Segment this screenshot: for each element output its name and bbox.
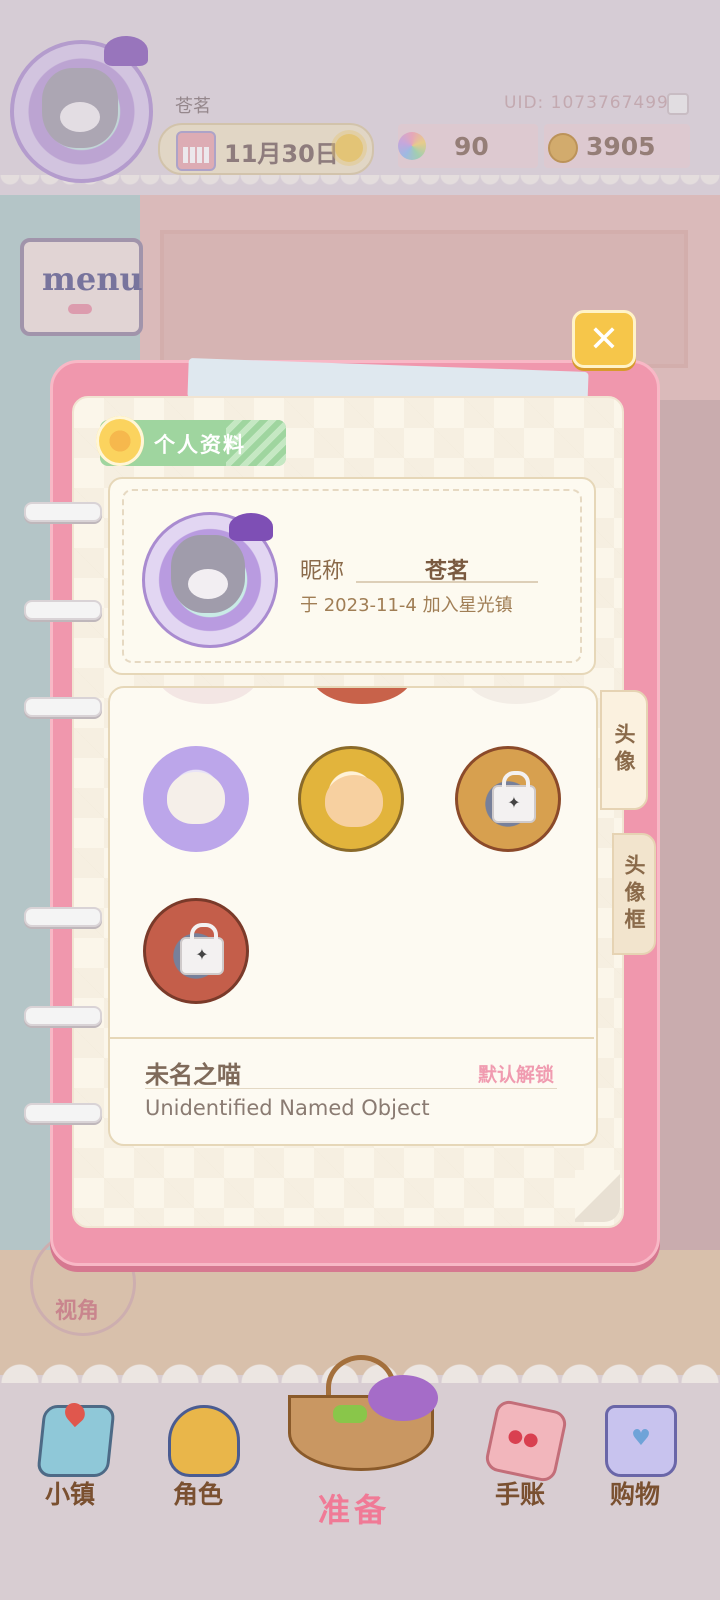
selected-avatar-name: 未名之喵 <box>145 1061 241 1089</box>
lock-icon <box>492 771 536 823</box>
avatar-option-partial[interactable] <box>466 688 566 704</box>
hamster-chef-avatar-image <box>325 775 383 827</box>
hat-icon <box>368 1375 438 1421</box>
bow-icon <box>333 1405 367 1423</box>
nav-character[interactable]: 角色 <box>138 1375 258 1515</box>
nav-shop[interactable]: 购物 <box>575 1375 695 1515</box>
nav-town-label: 小镇 <box>44 1480 95 1509</box>
nav-journal[interactable]: 手账 <box>460 1375 580 1515</box>
binder-ring <box>24 600 102 620</box>
joined-date: 于 2023-11-4 加入星光镇 <box>300 595 513 616</box>
avatar-option-3[interactable] <box>455 746 561 852</box>
detail-separator <box>110 1037 594 1039</box>
mushroom-decoration-icon <box>229 513 273 541</box>
tab-avatar-frame[interactable]: 头像框 <box>612 833 656 955</box>
unlock-status: 默认解锁 <box>478 1064 555 1086</box>
map-icon <box>36 1405 116 1477</box>
lock-icon <box>180 923 224 975</box>
binder-ring <box>24 1006 102 1026</box>
avatar-description: Unidentified Named Object <box>145 1096 430 1120</box>
journal-icon <box>483 1398 569 1484</box>
binder-ring <box>24 907 102 927</box>
binder-ring <box>24 697 102 717</box>
cat-avatar-image <box>171 535 245 613</box>
close-button[interactable]: ✕ <box>572 310 636 368</box>
nav-prepare-label: 准备 <box>317 1491 390 1529</box>
nav-journal-label: 手账 <box>494 1480 545 1509</box>
hamster-avatar-image <box>167 772 225 824</box>
shopping-bag-icon <box>605 1405 677 1477</box>
avatar-option-partial[interactable] <box>158 688 258 704</box>
binder-ring <box>24 502 102 522</box>
flower-icon <box>96 416 144 466</box>
avatar-option-1[interactable] <box>143 746 249 852</box>
tab-avatar[interactable]: 头像 <box>600 690 648 810</box>
nickname-label: 昵称 <box>300 559 345 584</box>
basket-icon[interactable] <box>278 1355 438 1475</box>
character-icon <box>168 1405 240 1477</box>
dialog-title: 个人资料 <box>154 433 246 457</box>
avatar-option-4[interactable] <box>143 898 249 1004</box>
avatar-option-2[interactable] <box>298 746 404 852</box>
detail-underline <box>145 1088 557 1089</box>
nav-character-label: 角色 <box>172 1480 223 1509</box>
close-icon: ✕ <box>588 319 620 360</box>
avatar-option-partial[interactable] <box>312 688 412 704</box>
nav-shop-label: 购物 <box>609 1480 660 1509</box>
nickname-underline <box>356 581 538 583</box>
nav-town[interactable]: 小镇 <box>10 1375 130 1515</box>
binder-ring <box>24 1103 102 1123</box>
dialog-title-tab: 个人资料 <box>96 416 286 466</box>
profile-avatar <box>142 512 278 648</box>
page-curl <box>575 1170 620 1222</box>
